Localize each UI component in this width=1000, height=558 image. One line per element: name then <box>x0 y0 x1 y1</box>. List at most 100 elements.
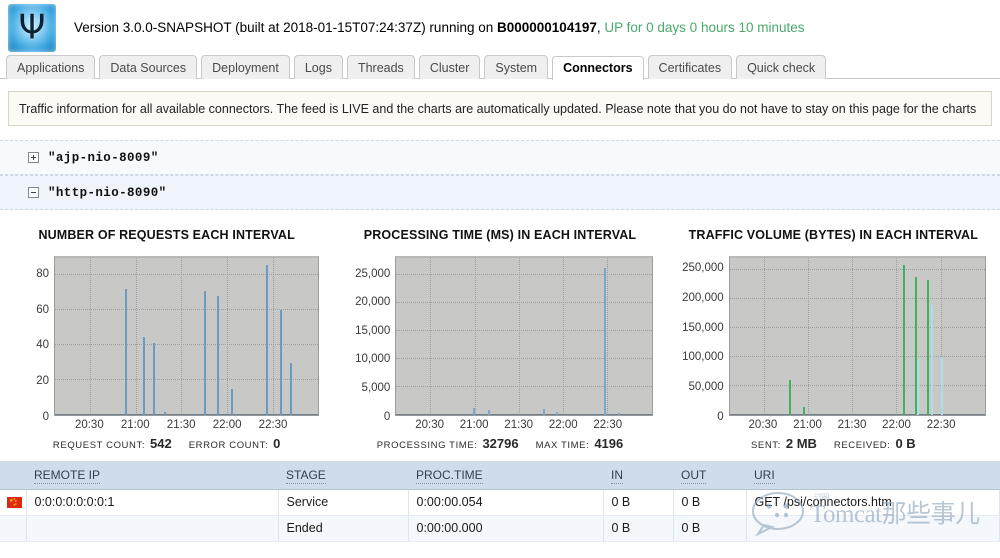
footer-value-1: 2 MB <box>785 436 817 451</box>
version-info: Version 3.0.0-SNAPSHOT (built at 2018-01… <box>74 20 805 35</box>
gridline-vertical <box>227 258 229 415</box>
plot-canvas[interactable] <box>395 256 653 416</box>
y-axis-tick: 5,000 <box>361 381 391 394</box>
chart-title: TRAFFIC VOLUME (BYTES) IN EACH INTERVAL <box>688 228 979 242</box>
gridline-vertical <box>563 258 565 415</box>
table-body: ★ ★ ★ ★ ★ 0:0:0:0:0:0:0:1 Service 0:00:0… <box>0 489 1000 542</box>
plot-canvas[interactable] <box>54 256 320 416</box>
chart-bar <box>472 408 475 415</box>
gridline-vertical <box>430 258 432 415</box>
y-axis-tick: 80 <box>36 268 49 281</box>
chart-bar <box>279 310 282 415</box>
tab-threads[interactable]: Threads <box>346 55 415 79</box>
y-axis-tick: 100,000 <box>682 351 724 364</box>
tab-label: Logs <box>304 60 332 75</box>
y-axis-tick: 60 <box>36 303 49 316</box>
x-axis-tick: 21:00 <box>793 419 822 431</box>
col-out[interactable]: OUT <box>673 461 746 490</box>
connector-name: "ajp-nio-8009" <box>48 150 159 165</box>
cell-in: 0 B <box>603 489 674 516</box>
tab-label: Threads <box>357 60 404 75</box>
col-label: OUT <box>681 467 707 484</box>
chart-bar <box>802 406 805 415</box>
tab-logs[interactable]: Logs <box>293 55 343 79</box>
page-root: Ψ Version 3.0.0-SNAPSHOT (built at 2018-… <box>0 0 1000 558</box>
col-remote-ip[interactable]: REMOTE IP <box>26 461 278 490</box>
tab-label: Cluster <box>429 60 470 75</box>
uptime-text: UP for 0 days 0 hours 10 minutes <box>604 20 805 35</box>
expand-plus-icon[interactable] <box>28 152 39 163</box>
plot-area: 0 20 40 60 80 <box>0 256 320 423</box>
app-header: Ψ Version 3.0.0-SNAPSHOT (built at 2018-… <box>0 0 1000 55</box>
x-axis-tick: 21:00 <box>120 419 150 431</box>
gridline-horizontal <box>55 274 319 276</box>
gridline-horizontal <box>396 273 652 275</box>
table-row[interactable]: ★ ★ ★ ★ ★ 0:0:0:0:0:0:0:1 Service 0:00:0… <box>0 489 1000 516</box>
cell-uri: GET /psi/connectors.htm <box>746 489 1000 516</box>
col-in[interactable]: IN <box>603 461 673 490</box>
gridline-vertical <box>90 258 92 415</box>
chart-bar <box>903 264 906 415</box>
cell-out: 0 B <box>673 489 747 516</box>
tab-label: System <box>495 60 538 75</box>
chart-processing-time: PROCESSING TIME (MS) IN EACH INTERVAL 05… <box>333 220 666 451</box>
info-banner-wrap: Traffic information for all available co… <box>0 79 1000 126</box>
chart-bar <box>163 411 166 415</box>
chart-footer: PROCESSING TIME: 32796 MAX TIME: 4196 <box>333 436 666 451</box>
x-axis-tick: 22:30 <box>593 419 623 431</box>
gridline-vertical <box>518 258 520 415</box>
gridline-vertical <box>763 258 765 415</box>
tab-certificates[interactable]: Certificates <box>647 55 733 79</box>
x-axis-tick: 22:00 <box>212 419 242 431</box>
plot-canvas[interactable] <box>728 256 986 416</box>
chart-bar <box>265 264 268 415</box>
chart-bar <box>940 356 943 415</box>
psi-glyph: Ψ <box>18 6 46 47</box>
footer-value-2: 0 B <box>895 436 916 451</box>
footer-label-1: SENT: <box>750 440 781 451</box>
cell-proc-time: 0:00:00.054 <box>408 489 604 516</box>
cell-in: 0 B <box>603 515 674 542</box>
x-axis-tick: 21:30 <box>166 419 196 431</box>
gridline-vertical <box>852 258 854 415</box>
tab-quick-check[interactable]: Quick check <box>736 55 827 79</box>
table-head: REMOTE IP STAGE PROC.TIME IN OUT URI <box>0 461 1000 490</box>
tab-deployment[interactable]: Deployment <box>201 55 290 79</box>
tab-system[interactable]: System <box>484 55 549 79</box>
tab-cluster[interactable]: Cluster <box>418 55 481 79</box>
chart-bar <box>542 408 545 415</box>
chart-footer: SENT: 2 MB RECEIVED: 0 B <box>667 436 1000 451</box>
tab-applications[interactable]: Applications <box>6 55 96 79</box>
tab-label: Certificates <box>658 60 722 75</box>
gridline-horizontal <box>396 301 652 303</box>
x-axis: 20:30 21:00 21:30 22:00 22:30 <box>333 416 652 434</box>
table-row[interactable]: Ended 0:00:00.000 0 B 0 B <box>0 515 1000 542</box>
connector-row-ajp[interactable]: "ajp-nio-8009" <box>0 140 1000 175</box>
chart-bar <box>142 336 145 415</box>
col-stage[interactable]: STAGE <box>278 461 408 490</box>
gridline-vertical <box>807 258 809 415</box>
col-proc-time[interactable]: PROC.TIME <box>408 461 603 490</box>
tab-connectors[interactable]: Connectors <box>552 56 644 80</box>
chart-bar <box>153 343 156 415</box>
gridline-vertical <box>896 258 898 415</box>
requests-table: REMOTE IP STAGE PROC.TIME IN OUT URI ★ ★… <box>0 461 1000 542</box>
gridline-horizontal <box>396 329 652 331</box>
gridline-horizontal <box>729 355 985 357</box>
x-axis: 20:30 21:00 21:30 22:00 22:30 <box>667 416 986 434</box>
version-comma: , <box>596 20 601 35</box>
col-uri[interactable]: URI <box>746 461 1000 490</box>
gridline-vertical <box>272 258 274 415</box>
table-header-row: REMOTE IP STAGE PROC.TIME IN OUT URI <box>0 461 1000 490</box>
collapse-minus-icon[interactable] <box>28 187 39 198</box>
chart-bar <box>927 280 930 415</box>
col-label: URI <box>754 467 775 484</box>
tab-data-sources[interactable]: Data Sources <box>99 55 198 79</box>
cell-remote-ip: 0:0:0:0:0:0:0:1 <box>26 489 279 516</box>
col-label: PROC.TIME <box>416 467 483 484</box>
connector-row-http[interactable]: "http-nio-8090" <box>0 175 1000 210</box>
col-label: STAGE <box>286 467 326 484</box>
chart-bar <box>603 268 606 415</box>
chart-bar <box>488 409 491 415</box>
gridline-horizontal <box>729 268 985 270</box>
